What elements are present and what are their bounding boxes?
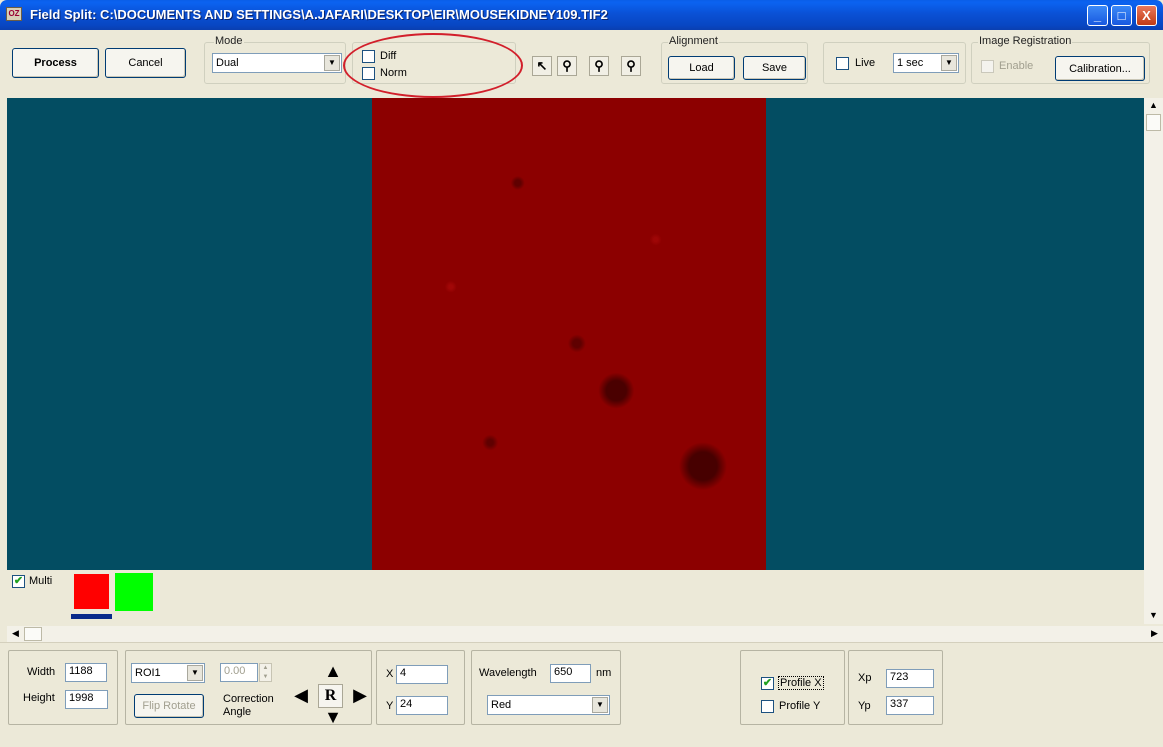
- angle-label: Angle: [223, 706, 252, 718]
- xp-field[interactable]: 723: [886, 669, 934, 688]
- zoom-in-icon[interactable]: ⚲: [589, 56, 609, 76]
- maximize-button[interactable]: □: [1111, 5, 1132, 26]
- minimize-button[interactable]: _: [1087, 5, 1108, 26]
- annotation-ellipse: [343, 33, 523, 98]
- close-button[interactable]: X: [1136, 5, 1157, 26]
- move-left-arrow-icon[interactable]: ◀: [291, 686, 311, 708]
- mode-legend: Mode: [214, 35, 244, 47]
- height-label: Height: [23, 692, 55, 704]
- scroll-thumb-horizontal[interactable]: [24, 627, 42, 641]
- registration-legend: Image Registration: [978, 35, 1073, 47]
- zoom-icon[interactable]: ⚲: [557, 56, 577, 76]
- multi-checkbox[interactable]: ✔: [12, 575, 25, 588]
- chevron-down-icon[interactable]: ▼: [187, 665, 203, 681]
- scroll-left-arrow[interactable]: ◀: [7, 626, 24, 642]
- vertical-scrollbar[interactable]: ▲ ▼: [1144, 98, 1163, 624]
- profile-y-label: Profile Y: [779, 700, 821, 712]
- size-panel: [8, 650, 118, 725]
- process-button[interactable]: Process: [12, 48, 99, 78]
- multi-strip: [7, 570, 1144, 625]
- wavelength-unit: nm: [596, 667, 612, 679]
- green-channel-swatch[interactable]: [114, 572, 154, 612]
- width-field[interactable]: 1188: [65, 663, 107, 682]
- live-checkbox[interactable]: [836, 57, 849, 70]
- app-icon[interactable]: OZ: [6, 7, 22, 21]
- y-field[interactable]: 24: [396, 696, 448, 715]
- pointer-icon[interactable]: ↖: [532, 56, 552, 76]
- multi-label: Multi: [29, 575, 53, 587]
- flip-rotate-button[interactable]: Flip Rotate: [134, 694, 204, 718]
- registration-enable-label: Enable: [999, 60, 1034, 72]
- roi-select-value: ROI1: [135, 667, 161, 679]
- chevron-down-icon[interactable]: ▼: [324, 55, 340, 71]
- registration-enable-checkbox[interactable]: [981, 60, 994, 73]
- wavelength-label: Wavelength: [479, 667, 537, 679]
- scroll-down-arrow[interactable]: ▼: [1145, 608, 1162, 624]
- y-label: Y: [386, 700, 394, 712]
- window-title: Field Split: C:\DOCUMENTS AND SETTINGS\A…: [30, 7, 608, 22]
- yp-label: Yp: [858, 700, 871, 712]
- mode-select-value: Dual: [216, 57, 239, 69]
- move-up-arrow-icon[interactable]: ▲: [320, 662, 346, 682]
- cancel-button[interactable]: Cancel: [105, 48, 186, 78]
- angle-spinner[interactable]: ▲ ▼: [259, 663, 272, 682]
- image-viewer[interactable]: [7, 98, 1144, 570]
- alignment-load-button[interactable]: Load: [668, 56, 735, 80]
- height-field[interactable]: 1998: [65, 690, 108, 709]
- move-right-arrow-icon[interactable]: ▶: [350, 686, 370, 708]
- roi-select[interactable]: ROI1 ▼: [131, 663, 205, 683]
- red-swatch-fill: [74, 574, 109, 609]
- live-interval-value: 1 sec: [897, 57, 924, 69]
- scroll-thumb-vertical[interactable]: [1146, 114, 1161, 131]
- width-label: Width: [27, 666, 56, 678]
- color-select[interactable]: Red ▼: [487, 695, 610, 715]
- angle-field[interactable]: 0.00: [220, 663, 258, 682]
- live-interval-select[interactable]: 1 sec ▼: [893, 53, 959, 73]
- zoom-out-icon[interactable]: ⚲: [621, 56, 641, 76]
- selected-channel-indicator: [71, 614, 112, 619]
- yp-field[interactable]: 337: [886, 696, 934, 715]
- horizontal-scrollbar[interactable]: ◀ ▶: [7, 626, 1163, 642]
- xp-label: Xp: [858, 672, 872, 684]
- scroll-up-arrow[interactable]: ▲: [1145, 98, 1162, 114]
- alignment-save-button[interactable]: Save: [743, 56, 806, 80]
- red-channel-swatch[interactable]: [71, 571, 112, 612]
- correction-label: Correction: [223, 693, 274, 705]
- x-field[interactable]: 4: [396, 665, 448, 684]
- live-label: Live: [855, 57, 876, 69]
- profile-x-label: Profile X: [778, 676, 824, 690]
- scroll-right-arrow[interactable]: ▶: [1146, 626, 1163, 642]
- alignment-legend: Alignment: [668, 35, 719, 47]
- profile-y-checkbox[interactable]: [761, 700, 774, 713]
- mode-select[interactable]: Dual ▼: [212, 53, 342, 73]
- profile-x-checkbox[interactable]: ✔: [761, 677, 774, 690]
- chevron-down-icon[interactable]: ▼: [941, 55, 957, 71]
- move-down-arrow-icon[interactable]: ▼: [320, 708, 346, 728]
- kidney-image[interactable]: [372, 98, 766, 570]
- wavelength-field[interactable]: 650: [550, 664, 591, 683]
- calibration-button[interactable]: Calibration...: [1055, 56, 1145, 81]
- color-select-value: Red: [491, 699, 512, 711]
- chevron-down-icon[interactable]: ▼: [592, 697, 608, 713]
- reset-button[interactable]: R: [318, 684, 343, 708]
- x-label: X: [386, 668, 394, 680]
